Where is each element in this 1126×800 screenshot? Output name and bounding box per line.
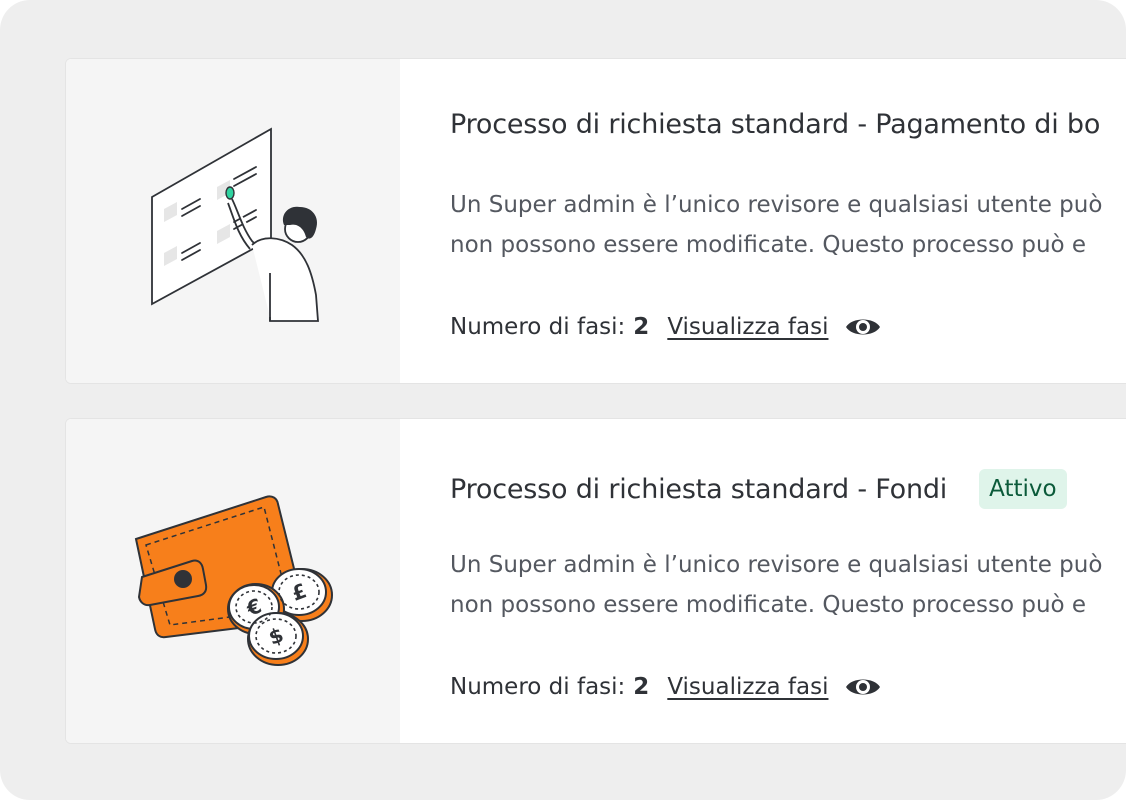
steps-row: Numero di fasi: 2 Visualizza fasi xyxy=(450,314,882,340)
process-card-payment: Processo di richiesta standard - Pagamen… xyxy=(65,58,1126,384)
process-card-funds: £ € $ Processo di richiesta standard - F… xyxy=(65,418,1126,744)
wallet-with-coins-illustration: £ € $ xyxy=(134,495,333,666)
steps-count: 2 xyxy=(633,674,650,700)
view-steps-link[interactable]: Visualizza fasi xyxy=(667,674,828,700)
steps-label: Numero di fasi: xyxy=(450,314,626,340)
eye-icon[interactable] xyxy=(844,674,882,700)
steps-label: Numero di fasi: xyxy=(450,674,626,700)
view-steps-link[interactable]: Visualizza fasi xyxy=(667,314,828,340)
person-pointing-at-board-illustration xyxy=(151,127,319,322)
description-line-1: Un Super admin è l’unico revisore e qual… xyxy=(450,552,1103,578)
description-line-2: non possono essere modificate. Questo pr… xyxy=(450,592,1087,618)
page-background: Processo di richiesta standard - Pagamen… xyxy=(0,0,1126,800)
illustration-panel xyxy=(66,59,400,383)
description-line-1: Un Super admin è l’unico revisore e qual… xyxy=(450,192,1103,218)
card-title-row: Processo di richiesta standard - Pagamen… xyxy=(450,109,1100,140)
steps-row: Numero di fasi: 2 Visualizza fasi xyxy=(450,674,882,700)
card-description: Un Super admin è l’unico revisore e qual… xyxy=(450,185,1102,265)
card-content: Processo di richiesta standard - Fondi A… xyxy=(450,419,1126,743)
card-title: Processo di richiesta standard - Pagamen… xyxy=(450,109,1101,140)
illustration-panel: £ € $ xyxy=(66,419,400,743)
card-description: Un Super admin è l’unico revisore e qual… xyxy=(450,545,1102,625)
card-title-row: Processo di richiesta standard - Fondi A… xyxy=(450,469,1067,509)
description-line-2: non possono essere modificate. Questo pr… xyxy=(450,232,1087,258)
status-badge: Attivo xyxy=(979,469,1067,509)
card-content: Processo di richiesta standard - Pagamen… xyxy=(450,59,1126,383)
card-title: Processo di richiesta standard - Fondi xyxy=(450,473,948,505)
eye-icon[interactable] xyxy=(844,314,882,340)
steps-count: 2 xyxy=(633,314,650,340)
